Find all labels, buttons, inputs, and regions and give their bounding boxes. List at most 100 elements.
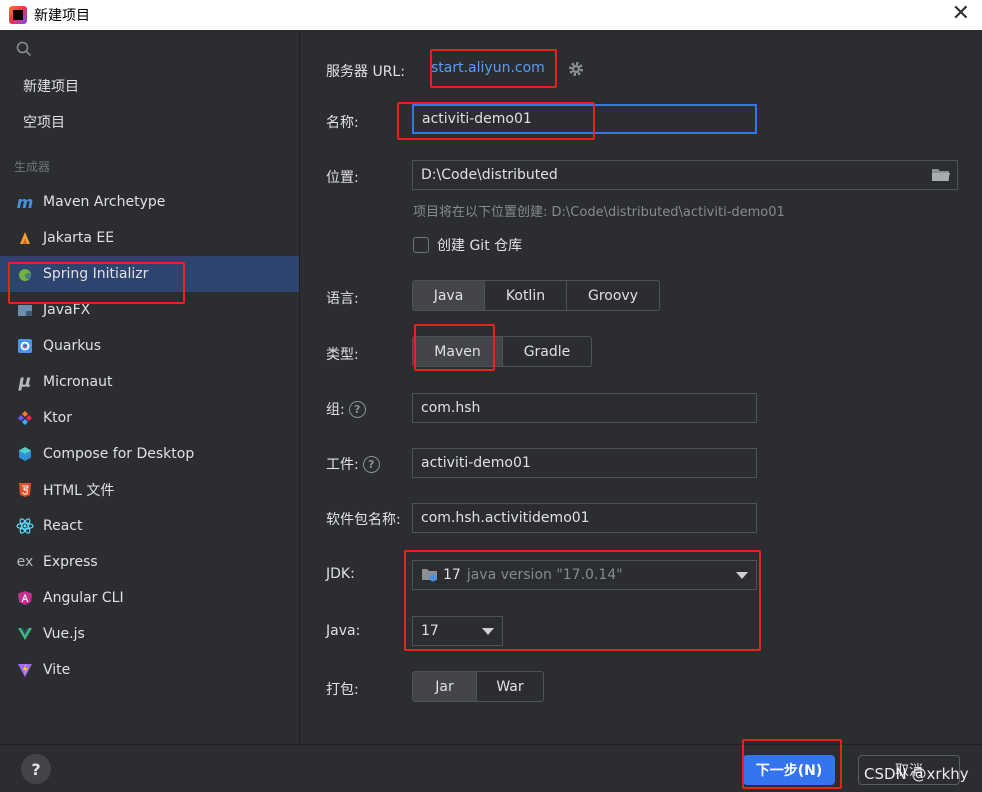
jakarta-icon	[15, 228, 35, 248]
sidebar-item-label: Vite	[43, 662, 71, 678]
sidebar-item-javafx[interactable]: JavaFX	[0, 292, 299, 328]
packaging-option-jar[interactable]: Jar	[413, 672, 477, 701]
server-url-label: 服务器 URL:	[326, 64, 405, 80]
sidebar-item-label: Maven Archetype	[43, 194, 166, 210]
vue-icon	[15, 624, 35, 644]
sidebar-item-ktor[interactable]: Ktor	[0, 400, 299, 436]
ktor-icon	[15, 408, 35, 428]
intellij-logo-icon	[9, 6, 27, 24]
vite-icon	[15, 660, 35, 680]
name-label: 名称:	[326, 115, 359, 131]
express-icon: ex	[16, 554, 34, 570]
packaging-option-war[interactable]: War	[477, 672, 543, 701]
sidebar-item-express[interactable]: ex Express	[0, 544, 299, 580]
git-repo-checkbox-label: 创建 Git 仓库	[437, 238, 523, 254]
name-input[interactable]	[422, 111, 755, 127]
html5-icon	[15, 480, 35, 500]
language-option-kotlin[interactable]: Kotlin	[485, 281, 567, 310]
close-icon[interactable]: ✕	[952, 2, 970, 26]
sidebar-search[interactable]	[0, 30, 299, 68]
sidebar-item-label: Ktor	[43, 410, 72, 426]
sidebar-item-label: React	[43, 518, 83, 534]
sidebar-item-label: Angular CLI	[43, 590, 124, 606]
title-bar: 新建项目 ✕	[0, 0, 982, 30]
quarkus-icon	[15, 336, 35, 356]
next-button[interactable]: 下一步(N)	[743, 755, 835, 785]
sidebar-item-empty-project[interactable]: 空项目	[0, 104, 299, 140]
sidebar-item-quarkus[interactable]: Quarkus	[0, 328, 299, 364]
sidebar-item-jakarta-ee[interactable]: Jakarta EE	[0, 220, 299, 256]
group-field[interactable]	[412, 393, 757, 423]
javafx-icon	[15, 300, 35, 320]
react-icon	[15, 516, 35, 536]
folder-icon[interactable]	[931, 166, 951, 184]
sidebar-item-label: HTML 文件	[43, 483, 115, 499]
chevron-down-icon	[482, 628, 494, 635]
help-icon[interactable]: ?	[362, 455, 380, 473]
project-form: 服务器 URL: start.aliyun.com 名称: 位置: D:\Cod…	[301, 30, 982, 744]
name-field[interactable]	[412, 104, 757, 134]
jdk-dropdown[interactable]: 17 java version "17.0.14"	[412, 560, 757, 590]
sidebar-item-compose-for-desktop[interactable]: Compose for Desktop	[0, 436, 299, 472]
sidebar-item-html-file[interactable]: HTML 文件	[0, 472, 299, 508]
dialog-footer: ? 下一步(N) 取消 CSDN @xrkhy	[0, 744, 982, 792]
sidebar-item-angular-cli[interactable]: Angular CLI	[0, 580, 299, 616]
jdk-detail: java version "17.0.14"	[466, 567, 623, 583]
language-option-java[interactable]: Java	[413, 281, 485, 310]
location-hint: 项目将在以下位置创建: D:\Code\distributed\activiti…	[413, 205, 785, 220]
artifact-field[interactable]	[412, 448, 757, 478]
git-repo-checkbox[interactable]	[413, 237, 429, 253]
gear-icon[interactable]	[567, 60, 585, 78]
location-value: D:\Code\distributed	[421, 167, 558, 183]
sidebar: 新建项目 空项目 生成器 m Maven Archetype Jakarta E…	[0, 30, 300, 744]
sidebar-item-label: 新建项目	[23, 79, 79, 95]
language-label: 语言:	[326, 291, 359, 307]
jdk-version: 17	[443, 567, 461, 583]
sidebar-item-micronaut[interactable]: μ Micronaut	[0, 364, 299, 400]
sidebar-item-maven-archetype[interactable]: m Maven Archetype	[0, 184, 299, 220]
type-option-maven[interactable]: Maven	[413, 337, 503, 366]
artifact-label: 工件: ?	[326, 454, 380, 474]
type-label: 类型:	[326, 347, 359, 363]
packaging-selector: Jar War	[412, 671, 544, 702]
git-repo-option[interactable]: 创建 Git 仓库	[413, 235, 522, 255]
sidebar-item-label: Compose for Desktop	[43, 446, 195, 462]
packaging-label: 打包:	[326, 682, 359, 698]
group-input[interactable]	[421, 400, 756, 416]
server-url-link[interactable]: start.aliyun.com	[431, 60, 545, 76]
sidebar-item-vite[interactable]: Vite	[0, 652, 299, 688]
sidebar-item-react[interactable]: React	[0, 508, 299, 544]
spring-icon	[15, 264, 35, 284]
csdn-watermark: CSDN @xrkhy	[864, 765, 969, 783]
java-version-value: 17	[421, 623, 439, 639]
help-icon[interactable]: ?	[348, 400, 366, 418]
chevron-down-icon	[736, 572, 748, 579]
sidebar-item-new-project[interactable]: 新建项目	[0, 68, 299, 104]
artifact-input[interactable]	[421, 455, 756, 471]
location-label: 位置:	[326, 170, 359, 186]
java-label: Java:	[326, 623, 361, 639]
sidebar-item-vue-js[interactable]: Vue.js	[0, 616, 299, 652]
package-label: 软件包名称:	[326, 512, 401, 528]
maven-icon: m	[16, 192, 34, 212]
group-label-text: 组:	[326, 402, 345, 418]
package-field[interactable]	[412, 503, 757, 533]
compose-icon	[15, 444, 35, 464]
location-field[interactable]: D:\Code\distributed	[412, 160, 958, 190]
language-option-groovy[interactable]: Groovy	[567, 281, 659, 310]
type-option-gradle[interactable]: Gradle	[503, 337, 591, 366]
sidebar-item-label: Micronaut	[43, 374, 113, 390]
help-button[interactable]: ?	[21, 754, 51, 784]
language-selector: Java Kotlin Groovy	[412, 280, 660, 311]
sidebar-item-label: Jakarta EE	[43, 230, 115, 246]
sidebar-item-spring-initializr[interactable]: Spring Initializr	[0, 256, 299, 292]
jdk-label: JDK:	[326, 566, 355, 582]
java-version-dropdown[interactable]: 17	[412, 616, 503, 646]
sidebar-item-label: Spring Initializr	[43, 266, 149, 282]
search-icon	[16, 41, 32, 57]
window-title: 新建项目	[34, 8, 90, 24]
jdk-folder-icon	[422, 569, 437, 582]
package-input[interactable]	[421, 510, 756, 526]
sidebar-item-label: Quarkus	[43, 338, 102, 354]
build-type-selector: Maven Gradle	[412, 336, 592, 367]
